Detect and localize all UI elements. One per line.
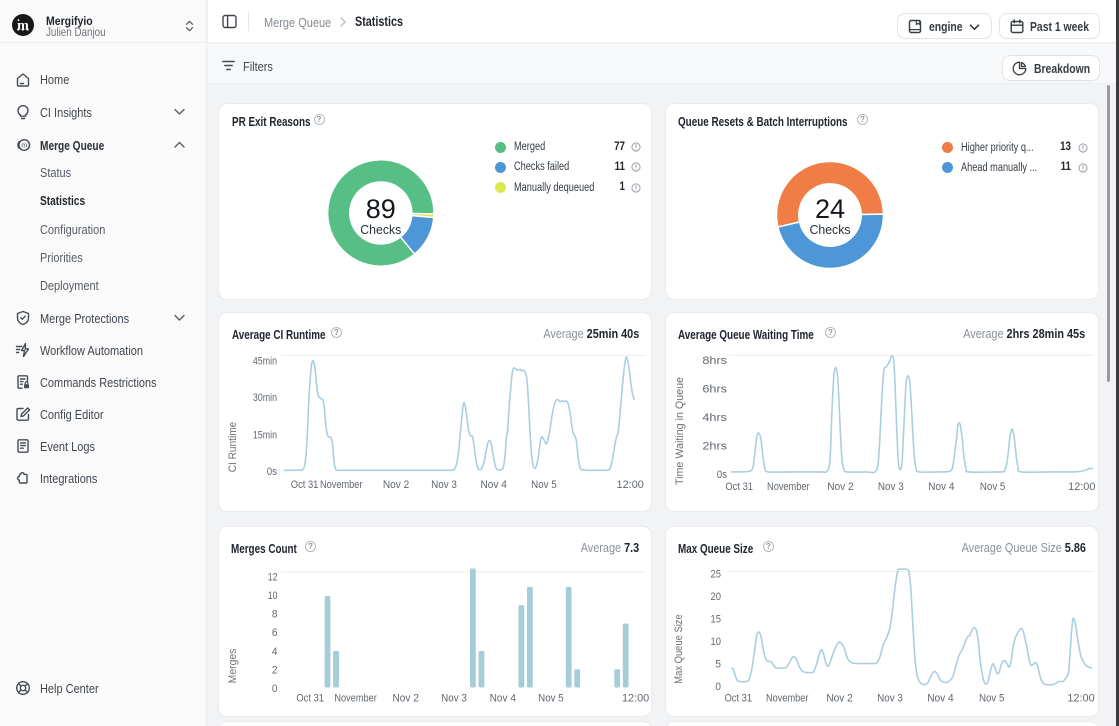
svg-text:CI Runtime: CI Runtime xyxy=(227,422,239,473)
svg-text:12:00: 12:00 xyxy=(622,693,649,705)
svg-text:8hrs: 8hrs xyxy=(702,355,727,367)
svg-text:10: 10 xyxy=(711,636,722,648)
svg-text:Nov 2: Nov 2 xyxy=(827,481,853,493)
svg-text:10: 10 xyxy=(268,590,278,602)
svg-text:Nov 4: Nov 4 xyxy=(490,693,516,705)
svg-text:Oct 31: Oct 31 xyxy=(296,693,324,705)
svg-text:Merges: Merges xyxy=(227,648,239,683)
svg-text:25: 25 xyxy=(711,569,722,581)
svg-text:6: 6 xyxy=(272,627,278,639)
svg-text:6hrs: 6hrs xyxy=(702,384,727,396)
svg-text:Nov 3: Nov 3 xyxy=(431,479,457,491)
svg-text:Nov 5: Nov 5 xyxy=(538,693,564,705)
svg-text:Checks: Checks xyxy=(360,223,401,237)
svg-text:Nov 3: Nov 3 xyxy=(877,693,903,705)
svg-text:Checks: Checks xyxy=(810,223,851,237)
svg-text:Time Waiting in Queue: Time Waiting in Queue xyxy=(674,377,686,485)
svg-text:November: November xyxy=(334,693,377,705)
svg-text:12: 12 xyxy=(268,571,278,583)
svg-text:89: 89 xyxy=(366,194,396,224)
svg-text:Nov 5: Nov 5 xyxy=(531,479,557,491)
svg-text:5: 5 xyxy=(715,659,721,671)
svg-text:Nov 5: Nov 5 xyxy=(979,693,1005,705)
svg-text:4hrs: 4hrs xyxy=(702,412,727,424)
svg-text:30min: 30min xyxy=(253,392,277,404)
svg-text:Nov 2: Nov 2 xyxy=(826,693,852,705)
svg-text:Nov 2: Nov 2 xyxy=(383,479,409,491)
svg-text:12:00: 12:00 xyxy=(617,479,644,491)
svg-text:Max Queue Size: Max Queue Size xyxy=(673,614,685,683)
svg-text:m: m xyxy=(21,142,27,149)
svg-text:Nov 3: Nov 3 xyxy=(441,693,467,705)
svg-text:Oct 31: Oct 31 xyxy=(725,693,753,705)
svg-text:Nov 4: Nov 4 xyxy=(928,481,954,493)
svg-text:45min: 45min xyxy=(253,356,277,368)
svg-text:0: 0 xyxy=(272,683,278,695)
svg-text:12:00: 12:00 xyxy=(1067,693,1094,705)
svg-text:20: 20 xyxy=(711,591,722,603)
svg-text:0: 0 xyxy=(715,681,721,693)
svg-text:12:00: 12:00 xyxy=(1068,481,1095,493)
svg-text:24: 24 xyxy=(815,194,845,224)
svg-text:Nov 2: Nov 2 xyxy=(393,693,419,705)
svg-text:4: 4 xyxy=(272,646,278,658)
svg-text:November: November xyxy=(766,693,809,705)
svg-text:0s: 0s xyxy=(267,466,278,478)
svg-text:15min: 15min xyxy=(253,430,277,442)
svg-text:November: November xyxy=(767,481,810,493)
svg-text:Oct 31: Oct 31 xyxy=(725,481,753,493)
svg-text:November: November xyxy=(320,479,363,491)
svg-text:0s: 0s xyxy=(717,469,728,481)
svg-text:8: 8 xyxy=(272,609,278,621)
svg-text:Nov 4: Nov 4 xyxy=(481,479,507,491)
svg-text:Oct 31: Oct 31 xyxy=(291,479,319,491)
svg-text:Nov 3: Nov 3 xyxy=(878,481,904,493)
svg-text:2hrs: 2hrs xyxy=(702,441,727,453)
svg-text:Nov 4: Nov 4 xyxy=(927,693,953,705)
svg-text:15: 15 xyxy=(711,614,722,626)
svg-text:2: 2 xyxy=(272,664,278,676)
svg-text:Nov 5: Nov 5 xyxy=(980,481,1006,493)
